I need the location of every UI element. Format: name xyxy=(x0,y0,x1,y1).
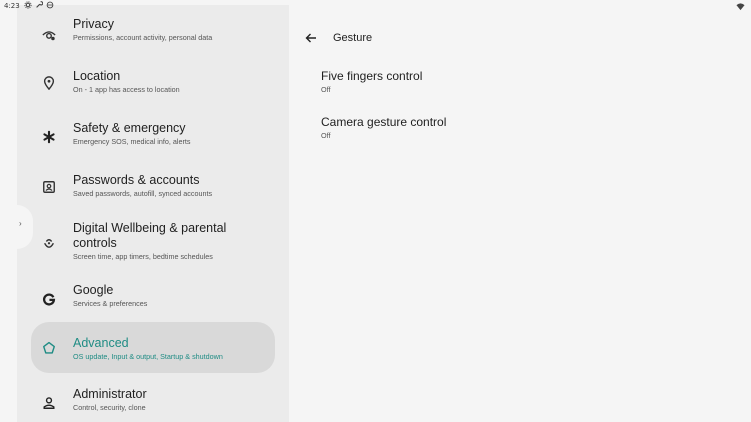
page-title: Gesture xyxy=(333,32,373,44)
status-bar: 4:23 xyxy=(0,0,751,14)
location-pin-icon xyxy=(41,75,57,91)
sidebar-item-subtitle: Services & preferences xyxy=(73,299,148,308)
sidebar-item-subtitle: OS update, Input & output, Startup & shu… xyxy=(73,352,223,361)
asterisk-icon xyxy=(41,129,57,145)
sidebar-item-title: Advanced xyxy=(73,336,129,350)
sidebar-item-title: Digital Wellbeing & parental controls xyxy=(73,221,227,250)
sidebar-item-advanced[interactable]: Advanced OS update, Input & output, Star… xyxy=(31,322,275,373)
sidebar-item-title: Privacy xyxy=(73,17,114,31)
chevron-right-icon: › xyxy=(19,219,22,228)
sidebar-item-subtitle: Permissions, account activity, personal … xyxy=(73,33,213,42)
wifi-icon xyxy=(736,3,745,11)
sidebar-item-title: Safety & emergency xyxy=(73,121,186,135)
sidebar-item-subtitle: Emergency SOS, medical info, alerts xyxy=(73,137,191,146)
account-box-icon xyxy=(41,179,57,195)
sidebar-item-title: Passwords & accounts xyxy=(73,173,200,187)
setting-value: Off xyxy=(321,85,331,94)
wrench-icon xyxy=(36,1,43,8)
setting-camera-gesture-control[interactable]: Camera gesture control Off xyxy=(321,115,721,141)
gesture-panel: Gesture Five fingers control Off Camera … xyxy=(289,5,751,422)
setting-five-fingers-control[interactable]: Five fingers control Off xyxy=(321,69,721,95)
sidebar-item-location[interactable]: Location On - 1 app has access to locati… xyxy=(31,65,275,101)
sidebar-item-title: Google xyxy=(73,283,114,297)
back-button[interactable] xyxy=(303,30,319,46)
setting-title: Camera gesture control xyxy=(321,115,447,129)
sidebar-item-passwords[interactable]: Passwords & accounts Saved passwords, au… xyxy=(31,169,275,205)
sidebar-item-title: Location xyxy=(73,69,121,83)
sidebar-item-administrator[interactable]: Administrator Control, security, clone xyxy=(31,383,275,419)
privacy-eye-icon xyxy=(41,27,57,43)
sidebar-item-safety[interactable]: Safety & emergency Emergency SOS, medica… xyxy=(31,117,275,153)
sidebar-item-subtitle: Saved passwords, autofill, synced accoun… xyxy=(73,189,213,198)
sidebar-item-google[interactable]: Google Services & preferences xyxy=(31,279,275,315)
settings-icon xyxy=(24,1,32,9)
status-icons xyxy=(24,1,54,9)
status-time: 4:23 xyxy=(4,2,20,10)
sidebar-item-digital-wellbeing[interactable]: Digital Wellbeing & parental controls Sc… xyxy=(31,219,275,271)
setting-value: Off xyxy=(321,131,331,140)
target-icon xyxy=(46,1,54,9)
sidebar-item-subtitle: Screen time, app timers, bedtime schedul… xyxy=(73,252,213,261)
sidebar-item-privacy[interactable]: Privacy Permissions, account activity, p… xyxy=(31,13,275,49)
google-g-icon xyxy=(41,291,57,307)
advanced-star-icon xyxy=(41,340,57,356)
sidebar-item-subtitle: Control, security, clone xyxy=(73,403,146,412)
arrow-back-icon xyxy=(305,33,316,43)
setting-title: Five fingers control xyxy=(321,69,423,83)
settings-sidebar: › Privacy Permissions, account activity,… xyxy=(17,5,289,422)
sidebar-item-subtitle: On - 1 app has access to location xyxy=(73,85,180,94)
sidebar-item-title: Administrator xyxy=(73,387,147,401)
administrator-person-icon xyxy=(41,395,57,411)
wellbeing-icon xyxy=(41,237,57,253)
